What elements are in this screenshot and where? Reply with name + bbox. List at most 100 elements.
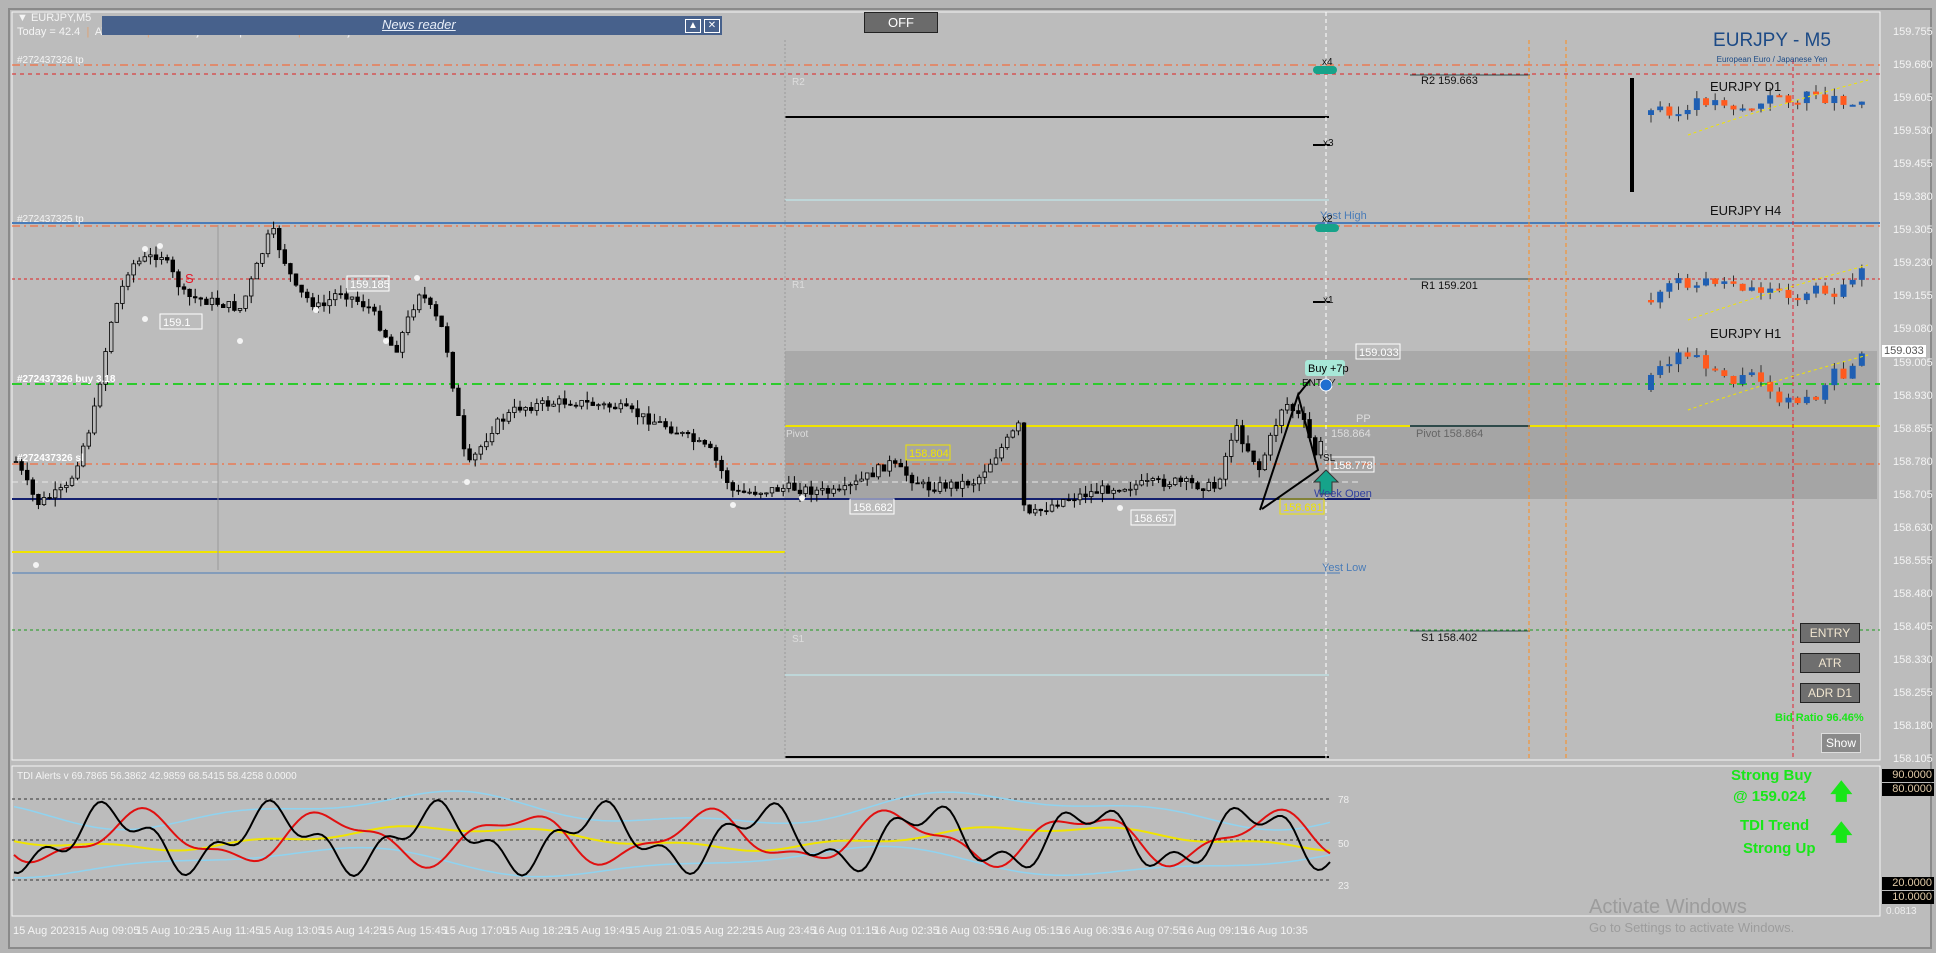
candle — [422, 286, 427, 304]
candle-body — [624, 403, 629, 407]
candle-body — [579, 400, 584, 407]
candle-body — [1044, 510, 1049, 513]
candle — [764, 492, 769, 497]
news-reader-panel[interactable]: News reader ▲ ✕ — [102, 16, 722, 35]
candle-body — [467, 448, 472, 461]
mini-candle-body — [1849, 104, 1856, 107]
mini-candle — [1803, 91, 1810, 111]
candle-body — [691, 433, 696, 443]
candle-body — [260, 253, 265, 264]
dropdown-triangle-icon[interactable]: ▼ — [17, 12, 28, 24]
candle-body — [1262, 454, 1267, 471]
candle — [153, 246, 159, 268]
mini-candle-body — [1648, 374, 1654, 390]
candle — [170, 256, 175, 278]
candle-body — [921, 481, 926, 485]
candle — [1027, 504, 1032, 515]
candle-body — [1189, 478, 1195, 484]
candle — [467, 444, 472, 463]
candle — [69, 475, 75, 487]
mini-candle-body — [1730, 105, 1737, 110]
candle — [775, 484, 780, 492]
candle-body — [64, 484, 69, 489]
candle-body — [1240, 425, 1245, 445]
candle-body — [646, 413, 651, 425]
candle-body — [540, 400, 545, 404]
mini-candle-body — [1758, 372, 1764, 382]
candle — [120, 280, 125, 310]
candle-body — [635, 408, 640, 418]
price-tag-text: 159.1 — [163, 317, 191, 329]
candle — [372, 303, 377, 316]
candle-body — [456, 387, 461, 416]
candle-body — [1223, 456, 1228, 480]
candle-body — [372, 306, 377, 312]
candle — [618, 399, 623, 413]
tdi-market-base-line — [13, 825, 1331, 852]
candle — [472, 452, 478, 467]
atr-button[interactable]: ATR — [1800, 653, 1860, 673]
fractal-dot — [730, 502, 736, 508]
mini-candle-body — [1730, 281, 1737, 284]
mini-candle — [1822, 86, 1829, 104]
candle — [1173, 477, 1178, 487]
time-axis-label: 16 Aug 10:35 — [1243, 925, 1308, 937]
mini-candle-body — [1748, 108, 1755, 111]
symbol-subtitle: European Euro / Japanese Yen — [1717, 55, 1828, 64]
mini-candle-body — [1858, 101, 1865, 105]
entry-button[interactable]: ENTRY — [1800, 623, 1860, 643]
candle-body — [304, 291, 310, 299]
candle-body — [1133, 484, 1139, 490]
minimize-button[interactable]: ▲ — [685, 19, 701, 33]
candle — [204, 296, 209, 305]
time-axis-label: 16 Aug 07:55 — [1120, 925, 1185, 937]
candle-body — [697, 440, 702, 443]
show-button[interactable]: Show — [1821, 733, 1861, 753]
candle-body — [120, 285, 125, 304]
price-axis-label: 159.305 — [1893, 224, 1933, 237]
price-tag-text: 158.778 — [1333, 460, 1373, 472]
candle-body — [489, 433, 495, 443]
candle — [674, 426, 679, 435]
candle-body — [86, 432, 91, 447]
adr-d1-button[interactable]: ADR D1 — [1800, 683, 1860, 703]
mini-candle-body — [1785, 289, 1792, 298]
candle-body — [226, 301, 231, 308]
candle-body — [338, 293, 343, 296]
candle-body — [1145, 480, 1150, 482]
price-chart[interactable]: #272437326 tp #272437325 tp #272437326 b… — [0, 0, 1936, 953]
candle — [534, 398, 539, 416]
candle — [657, 416, 663, 423]
mini-candle-body — [1840, 368, 1847, 379]
current-price-tag: 159.033 — [1882, 345, 1926, 357]
candle — [92, 397, 97, 436]
candle — [192, 288, 198, 304]
up-arrow-icon: 🡅 — [1830, 820, 1853, 845]
candle-body — [825, 488, 831, 494]
off-button[interactable]: OFF — [864, 12, 938, 33]
candle — [568, 400, 573, 406]
candle-body — [1128, 488, 1133, 491]
candle-body — [1229, 439, 1234, 457]
candle-body — [909, 474, 915, 484]
price-axis-label: 159.230 — [1893, 257, 1933, 270]
candle — [573, 402, 579, 409]
candle-body — [713, 447, 719, 461]
candle — [456, 384, 461, 416]
candle-body — [204, 298, 209, 305]
news-reader-title[interactable]: News reader — [382, 17, 456, 32]
candle — [109, 321, 114, 354]
candle — [585, 391, 590, 410]
candle — [304, 288, 310, 303]
mini-candle-body — [1721, 100, 1728, 106]
close-button[interactable]: ✕ — [704, 19, 720, 33]
pivot-level: Pivot 158.864 — [1416, 428, 1483, 440]
candle-body — [523, 407, 528, 411]
candle-body — [344, 293, 349, 300]
candle — [685, 430, 691, 439]
candle — [601, 401, 607, 410]
pp-value: 158.864 — [1331, 428, 1371, 440]
candle-body — [1005, 436, 1010, 448]
pp-label: PP — [1356, 413, 1371, 425]
mini-candle-body — [1767, 288, 1774, 293]
